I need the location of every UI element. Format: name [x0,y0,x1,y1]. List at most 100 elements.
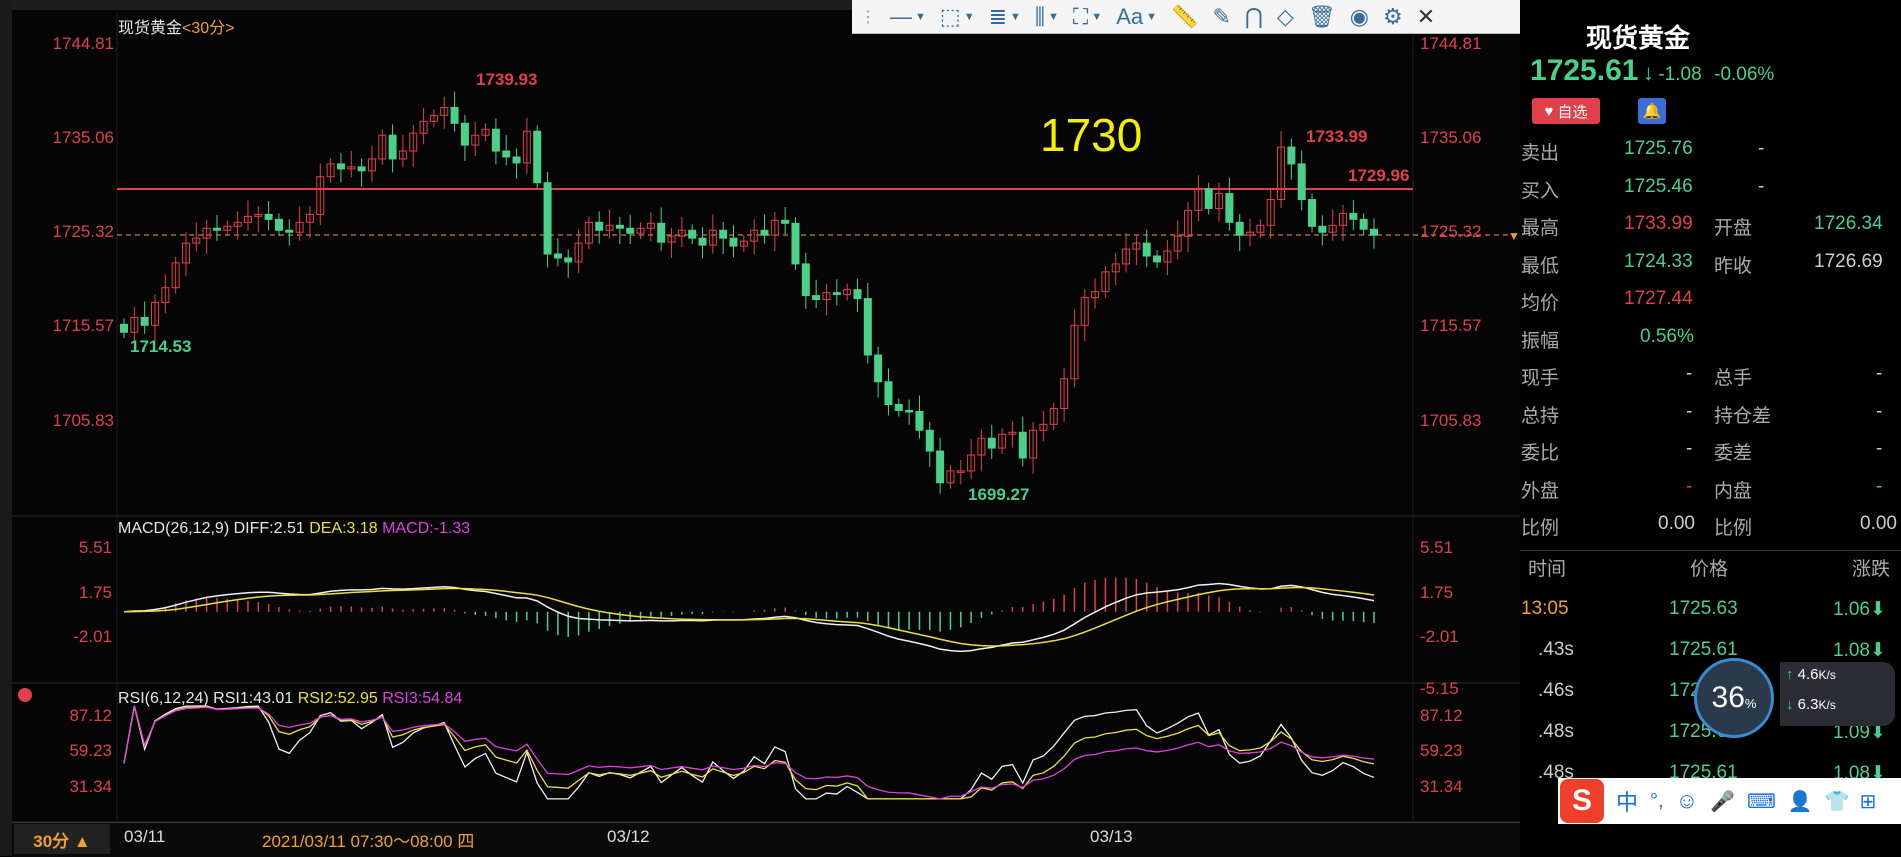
candle-body-32 [450,106,459,124]
download-unit: K/s [1818,698,1836,712]
candle-body-41 [543,182,552,255]
emoji-icon[interactable]: ☺ [1676,788,1698,814]
candle-body-120 [1359,218,1368,230]
candle-body-121 [1370,228,1378,236]
quote-buy-vol: - [1758,175,1765,197]
candle-body-42 [553,253,562,259]
tick-price: 1725.63 [1669,598,1738,619]
punctuation-icon[interactable]: °, [1650,790,1664,813]
skin-icon[interactable]: 👕 [1825,789,1850,814]
divider [1520,550,1901,551]
drag-handle-icon[interactable]: ⋮ [860,2,876,32]
candle-body-74 [884,381,893,406]
period-button[interactable]: 30分 ▲ [14,824,110,854]
candle-body-115 [1308,199,1317,227]
candle-body-114 [1297,163,1306,201]
macd-axis-right-label-3: -5.15 [1420,679,1459,698]
ime-toolbar[interactable]: S 中 °, ☺ 🎤 ⌨ 👤 👕 ⊞ [1558,778,1901,824]
eraser-icon[interactable]: ◇ [1277,2,1294,32]
macd-diff-line [123,582,1375,653]
net-speed-widget[interactable]: 36% ↑ 4.6K/s ↓ 6.3K/s [1694,658,1899,738]
gear-icon[interactable]: ⚙ [1383,2,1403,32]
line-tool-icon[interactable]: — ▼ [890,2,926,32]
candle-body-64 [781,219,790,224]
quote-bid-ratio-value: - [1686,438,1693,459]
quote-ratio2-label: 比例 [1714,518,1753,539]
apps-grid-icon[interactable]: ⊞ [1860,789,1877,814]
high-annotation: 1739.93 [476,70,538,89]
ime-mode-toggle[interactable]: 中 [1616,785,1638,817]
macd-axis-right-label-0: 5.51 [1420,538,1454,557]
magnet-icon[interactable]: ⋂ [1245,2,1263,32]
quote-cur-hand-value: - [1686,363,1693,384]
candle-body-16 [285,229,294,233]
text-tool-icon[interactable]: ≣ ▼ [989,2,1021,32]
rsi-settings-icon[interactable] [18,688,32,702]
candle-body-99 [1142,242,1151,257]
candle-body-107 [1225,193,1234,223]
cursor-time-label: 2021/03/11 07:30～08:00 四 [262,832,475,851]
candle-body-100 [1153,255,1162,263]
eye-icon[interactable]: ◉ [1350,2,1369,32]
microphone-icon[interactable]: 🎤 [1710,789,1735,814]
quote-high-value: 1733.99 [1624,213,1693,234]
quote-open-value: 1726.34 [1814,213,1883,234]
price-axis-left-label-2: 1725.32 [52,222,114,241]
heart-icon: ♥ [1544,102,1558,120]
candle-body-37 [502,150,511,158]
speed-percent: 36 [1711,681,1745,714]
quote-sell-label: 卖出 [1521,143,1560,164]
ruler-icon[interactable]: 📏 [1171,2,1198,32]
speed-circle: 36% [1694,658,1774,738]
user-icon[interactable]: 👤 [1788,789,1813,814]
tick-change: 1.06⬇ [1833,599,1886,620]
quote-avg-label: 均价 [1521,293,1560,314]
quote-tot-hold-value: - [1686,400,1693,422]
tick-header-time: 时间 [1528,559,1567,580]
candle-body-67 [812,295,821,301]
macd-dea-line [123,586,1375,647]
tick-header-change: 涨跌 [1852,559,1891,580]
rsi-axis-left-label-2: 31.34 [69,777,112,796]
upload-arrow-icon: ↑ [1786,666,1798,683]
macd-header: MACD(26,12,9) DIFF:2.51 DEA:3.18 MACD:-1… [118,520,471,537]
sogou-logo-icon[interactable]: S [1560,779,1604,823]
pen-icon[interactable]: ✎ [1212,2,1230,32]
candle-body-33 [460,122,469,146]
ticks-header: 时间 价格 涨跌 [1520,552,1901,588]
tick-time: .48s [1538,721,1574,742]
price-axis-left-label-4: 1705.83 [52,411,114,430]
candle-body-77 [915,410,924,431]
candle-body-116 [1318,225,1327,233]
low-annotation: 1714.53 [130,337,192,356]
candle-body-0 [120,323,128,333]
quote-row: 卖出 1725.76 - [1520,134,1901,171]
rect-tool-icon[interactable]: ⬚ ▼ [940,2,975,32]
candle-body-108 [1235,221,1244,236]
vlines-tool-icon[interactable]: ⫼ ▼ [1035,2,1059,32]
watchlist-button[interactable]: ♥ 自选 [1532,98,1600,124]
candle-body-36 [491,128,500,152]
speed-readout: ↑ 4.6K/s ↓ 6.3K/s [1780,662,1895,726]
download-speed: 6.3 [1797,696,1819,713]
font-tool-label: Aa [1116,3,1144,29]
candle-body-59 [729,237,738,247]
candlestick-chart[interactable]: ▼ [0,0,1520,856]
price-axis-right-label-0: 1744.81 [1420,34,1482,53]
quote-tot-hand-label: 总手 [1714,368,1753,389]
close-icon[interactable]: ✕ [1417,2,1435,32]
quote-inner-label: 内盘 [1714,480,1753,502]
font-tool-icon[interactable]: Aa ▼ [1116,2,1157,32]
quote-sell-value: 1725.76 [1624,138,1693,159]
date-tick-3: 03/13 [1090,827,1133,846]
trash-icon[interactable]: 🗑 [1308,2,1336,32]
bell-icon[interactable]: 🔔 [1638,98,1666,124]
keyboard-icon[interactable]: ⌨ [1747,789,1776,814]
pattern-tool-icon[interactable]: ⛶ ▼ [1073,2,1102,32]
candle-body-119 [1349,212,1358,220]
price-axis-right-label-2: 1725.32 [1420,222,1482,241]
quote-bid-diff-value: - [1876,438,1883,459]
candle-body-40 [533,130,542,184]
quote-name: 现货黄金 [1586,24,1691,53]
candle-body-2 [140,316,149,326]
